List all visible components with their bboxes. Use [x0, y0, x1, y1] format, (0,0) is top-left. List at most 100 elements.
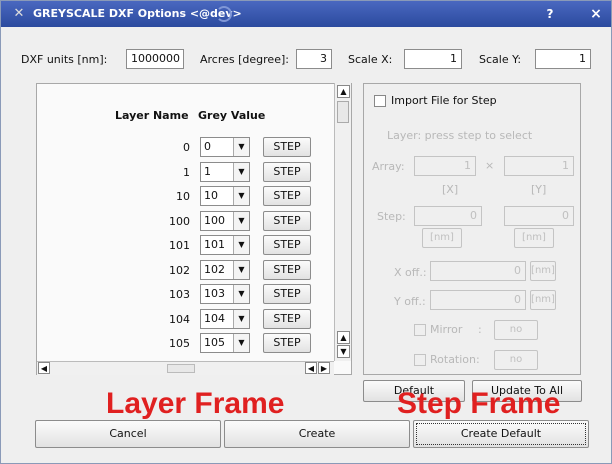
layer-name: 100 [169, 214, 190, 228]
rotation-label: Rotation: [430, 353, 480, 366]
array-y-field[interactable]: 1 [504, 156, 574, 176]
step-button[interactable]: STEP [263, 308, 311, 329]
scroll-up-icon[interactable]: ▲ [337, 331, 350, 344]
scroll-thumb[interactable] [337, 101, 349, 123]
scroll-left-icon[interactable]: ◀ [38, 362, 50, 374]
chevron-down-icon[interactable]: ▼ [233, 138, 249, 156]
step-button[interactable]: STEP [263, 284, 311, 304]
grey-value-combo[interactable]: 105 ▼ [200, 333, 250, 353]
create-default-button[interactable]: Create Default [413, 420, 589, 448]
x-offset-unit-button[interactable]: [nm] [530, 261, 556, 281]
scroll-right-icon[interactable]: ▶ [318, 362, 330, 374]
layer-frame-annotation: Layer Frame [106, 387, 285, 420]
layer-hint: Layer: press step to select [387, 129, 533, 142]
layer-name-header: Layer Name [115, 109, 189, 122]
step-frame: Import File for Step Layer: press step t… [363, 83, 581, 375]
y-unit-label: [Y] [531, 183, 547, 196]
close-icon[interactable]: × [587, 5, 605, 23]
help-icon[interactable]: ? [541, 5, 559, 23]
step-x-field[interactable]: 0 [414, 206, 482, 226]
grey-value-combo[interactable]: 1 ▼ [200, 161, 250, 182]
scale-x-field[interactable]: 1 [404, 49, 462, 69]
grey-value-header: Grey Value [198, 109, 266, 122]
step-y-unit-button[interactable]: [nm] [514, 228, 554, 248]
chevron-down-icon[interactable]: ▼ [233, 236, 249, 254]
step-frame-annotation: Step Frame [397, 387, 561, 420]
chevron-down-icon[interactable]: ▼ [233, 285, 249, 303]
step-button[interactable]: STEP [263, 137, 311, 157]
grey-value: 100 [204, 213, 225, 227]
chevron-down-icon[interactable]: ▼ [233, 162, 249, 181]
grey-value: 105 [204, 336, 225, 349]
times-sign: × [485, 159, 495, 172]
grey-value-combo[interactable]: 0 ▼ [200, 137, 250, 157]
grey-value-combo[interactable]: 10 ▼ [200, 186, 250, 206]
array-label: Array: [372, 160, 405, 173]
vertical-scrollbar[interactable]: ▲ ▲ ▼ [334, 83, 351, 361]
layer-name: 105 [169, 337, 190, 350]
x-offset-field[interactable]: 0 [430, 261, 526, 281]
step-button[interactable]: STEP [263, 186, 311, 206]
scroll-up-icon[interactable]: ▲ [337, 85, 350, 98]
horizontal-scrollbar[interactable]: ◀ ◀ ▶ [37, 361, 334, 375]
rotation-checkbox[interactable] [414, 354, 426, 366]
chevron-down-icon[interactable]: ▼ [233, 260, 249, 279]
scale-y-field[interactable]: 1 [535, 49, 591, 69]
array-x-field[interactable]: 1 [414, 156, 476, 176]
scroll-left-icon[interactable]: ◀ [305, 362, 317, 374]
y-offset-label: Y off.: [394, 295, 426, 308]
layer-name: 104 [169, 312, 190, 326]
chevron-down-icon[interactable]: ▼ [233, 211, 249, 230]
layer-name: 0 [183, 141, 190, 154]
grey-value: 101 [204, 238, 225, 251]
layer-name: 102 [169, 263, 190, 277]
chevron-down-icon[interactable]: ▼ [233, 309, 249, 328]
grey-value: 104 [204, 311, 225, 325]
grey-value-combo[interactable]: 103 ▼ [200, 284, 250, 304]
scroll-thumb[interactable] [167, 364, 195, 373]
arcres-field[interactable]: 3 [296, 49, 332, 69]
scale-x-label: Scale X: [348, 53, 393, 66]
step-y-field[interactable]: 0 [504, 206, 574, 226]
step-button[interactable]: STEP [263, 333, 311, 353]
create-button[interactable]: Create [224, 420, 410, 448]
step-x-unit-button[interactable]: [nm] [422, 228, 462, 248]
import-file-checkbox[interactable] [374, 95, 386, 107]
layer-name: 101 [169, 239, 190, 252]
title-bar[interactable]: ✕ GREYSCALE DXF Options <@dev> ? × [1, 1, 611, 27]
x-offset-label: X off.: [394, 266, 427, 279]
mirror-colon: : [478, 323, 482, 336]
wrench-icon: ✕ [13, 6, 25, 21]
step-button[interactable]: STEP [263, 210, 311, 231]
window-title: GREYSCALE DXF Options <@dev> [33, 7, 242, 20]
arcres-label: Arcres [degree]: [200, 53, 289, 66]
step-button[interactable]: STEP [263, 161, 311, 182]
swirl-icon [216, 6, 232, 22]
chevron-down-icon[interactable]: ▼ [233, 187, 249, 205]
scroll-down-icon[interactable]: ▼ [337, 345, 350, 358]
layer-name: 10 [176, 190, 190, 203]
step-button[interactable]: STEP [263, 235, 311, 255]
step-button[interactable]: STEP [263, 259, 311, 280]
scale-y-label: Scale Y: [479, 53, 522, 66]
rotation-button[interactable]: no [494, 350, 538, 370]
mirror-label: Mirror [430, 323, 463, 336]
grey-value-combo[interactable]: 100 ▼ [200, 210, 250, 231]
layer-name: 103 [169, 288, 190, 301]
cancel-button[interactable]: Cancel [35, 420, 221, 448]
step-label: Step: [377, 210, 406, 223]
mirror-button[interactable]: no [494, 320, 538, 340]
mirror-checkbox[interactable] [414, 324, 426, 336]
layer-frame: Layer Name Grey Value 0 0 ▼ STEP 1 1 ▼ STEP 10 10… [36, 83, 352, 375]
y-offset-unit-button[interactable]: [nm] [530, 290, 556, 310]
x-unit-label: [X] [442, 183, 459, 196]
grey-value-combo[interactable]: 101 ▼ [200, 235, 250, 255]
layer-name: 1 [183, 165, 190, 179]
grey-value-combo[interactable]: 104 ▼ [200, 308, 250, 329]
dxf-units-field[interactable]: 1000000 [126, 49, 184, 69]
grey-value: 10 [204, 189, 218, 202]
chevron-down-icon[interactable]: ▼ [233, 334, 249, 352]
grey-value-combo[interactable]: 102 ▼ [200, 259, 250, 280]
grey-value: 0 [204, 140, 211, 153]
y-offset-field[interactable]: 0 [430, 290, 526, 310]
